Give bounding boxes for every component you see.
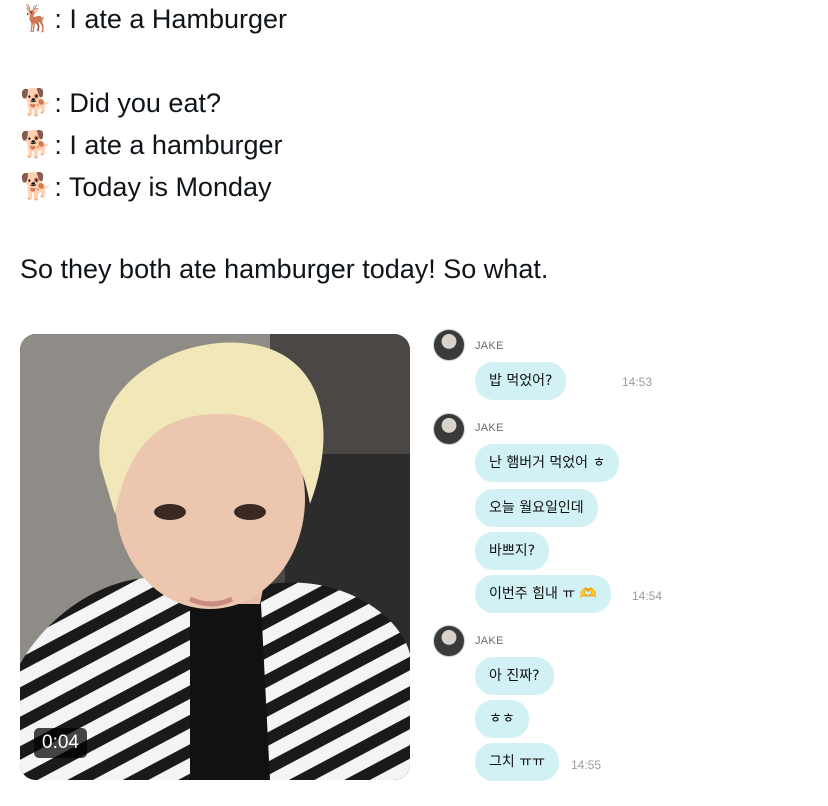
deer-emoji-icon: 🦌 [20,4,53,34]
tweet-closing-text: So they both ate hamburger today! So wha… [20,254,549,284]
chat-bubble: 아 진짜? [475,657,554,695]
chat-bubble: 이번주 힘내 ㅠ 🫶 [475,575,612,613]
chat-bubble: 난 햄버거 먹었어 ㅎ [475,444,620,482]
avatar [433,329,465,361]
chat-bubble: ㅎㅎ [475,700,529,738]
tweet-line-text: : I ate a Hamburger [54,4,287,34]
chat-bubble: 밥 먹었어? [475,362,567,400]
message-time: 14:54 [632,589,663,603]
tweet-line-1: 🦌 : I ate a Hamburger [20,2,287,36]
chat-screenshot: JAKE 밥 먹었어? 14:53 JAKE 난 햄버거 먹었어 ㅎ 오늘 월요… [418,326,828,806]
tweet-line-3: 🐕 : I ate a hamburger [20,128,283,162]
tweet-line-2: 🐕 : Did you eat? [20,86,221,120]
tweet-line-4: 🐕 : Today is Monday [20,170,272,204]
dog-emoji-icon: 🐕 [20,130,53,160]
avatar [433,625,465,657]
video-duration-badge: 0:04 [34,728,87,758]
chat-bubble: 바쁘지? [475,532,550,570]
chat-bubble: 오늘 월요일인데 [475,489,598,527]
dog-emoji-icon: 🐕 [20,172,53,202]
message-time: 14:55 [571,758,602,772]
sender-name: JAKE [475,635,504,647]
tweet-line-text: : I ate a hamburger [54,130,283,160]
message-time: 14:53 [622,375,653,389]
portrait-illustration [20,334,410,780]
tweet-line-text: : Did you eat? [54,88,221,118]
sender-name: JAKE [475,422,504,434]
video-thumbnail[interactable] [20,334,410,780]
dog-emoji-icon: 🐕 [20,88,53,118]
sender-name: JAKE [475,340,504,352]
tweet-line-text: : Today is Monday [54,172,272,202]
chat-bubble: 그치 ㅠㅠ [475,743,559,781]
avatar [433,413,465,445]
